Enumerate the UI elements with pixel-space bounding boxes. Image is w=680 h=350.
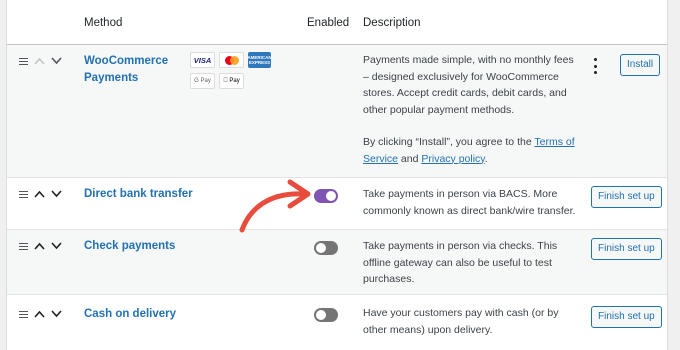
- chevron-down-icon[interactable]: [51, 190, 62, 198]
- method-name-cash-on-delivery[interactable]: Cash on delivery: [84, 306, 176, 323]
- table-row-cash-on-delivery: Cash on delivery Have your customers pay…: [7, 295, 667, 350]
- enable-toggle-direct-bank-transfer[interactable]: [314, 189, 338, 203]
- drag-handle-icon[interactable]: [19, 310, 28, 318]
- terms-note-prefix: By clicking “Install”, you agree to the: [363, 136, 535, 148]
- row-sort-controls: [19, 242, 62, 250]
- terms-note-mid: and: [398, 152, 422, 165]
- chevron-up-icon[interactable]: [34, 310, 45, 318]
- column-header-method: Method: [84, 17, 123, 29]
- install-button[interactable]: Install: [620, 54, 661, 76]
- visa-logo: VISA: [190, 52, 215, 68]
- table-row-woocommerce-payments: WooCommerce Payments VISA AMERICAN EXPRE…: [7, 45, 667, 178]
- privacy-policy-link[interactable]: Privacy policy: [421, 153, 484, 165]
- chevron-up-icon[interactable]: [34, 57, 45, 65]
- row-sort-controls: [19, 190, 62, 198]
- method-name-direct-bank-transfer[interactable]: Direct bank transfer: [84, 186, 193, 203]
- chevron-down-icon[interactable]: [51, 310, 62, 318]
- table-header: Method Enabled Description: [7, 0, 667, 45]
- finish-setup-button-check-payments[interactable]: Finish set up: [591, 238, 662, 260]
- drag-handle-icon[interactable]: [19, 57, 28, 65]
- finish-setup-button-direct-bank-transfer[interactable]: Finish set up: [591, 186, 662, 208]
- finish-setup-button-cash-on-delivery[interactable]: Finish set up: [591, 306, 662, 328]
- mastercard-logo: [219, 52, 244, 68]
- chevron-down-icon[interactable]: [51, 242, 62, 250]
- toggle-knob: [326, 191, 336, 201]
- description-text: Payments made simple, with no monthly fe…: [363, 54, 574, 116]
- method-name-woocommerce-payments[interactable]: WooCommerce Payments: [84, 53, 174, 87]
- chevron-down-icon[interactable]: [51, 57, 62, 65]
- drag-handle-icon[interactable]: [19, 190, 28, 198]
- column-header-description: Description: [363, 17, 421, 29]
- description-cash-on-delivery: Have your customers pay with cash (or by…: [363, 307, 559, 336]
- method-name-check-payments[interactable]: Check payments: [84, 238, 175, 255]
- chevron-up-icon[interactable]: [34, 190, 45, 198]
- apple-pay-logo:  Pay: [219, 73, 244, 89]
- enable-toggle-cash-on-delivery[interactable]: [314, 308, 338, 322]
- row-sort-controls: [19, 57, 62, 65]
- description-woocommerce-payments: Payments made simple, with no monthly fe…: [363, 52, 581, 167]
- chevron-up-icon[interactable]: [34, 242, 45, 250]
- row-sort-controls: [19, 310, 62, 318]
- amex-logo: AMERICAN EXPRESS: [247, 52, 272, 68]
- description-check-payments: Take payments in person via checks. This…: [363, 240, 558, 285]
- table-row-check-payments: Check payments Take payments in person v…: [7, 230, 667, 295]
- install-terms-note: By clicking “Install”, you agree to the …: [363, 134, 581, 167]
- more-vertical-icon[interactable]: [591, 58, 599, 74]
- payment-methods-table: Method Enabled Description WooCommerce P…: [6, 0, 668, 350]
- toggle-knob: [316, 310, 326, 320]
- table-row-direct-bank-transfer: Direct bank transfer Take payments in pe…: [7, 178, 667, 230]
- column-header-enabled: Enabled: [307, 17, 350, 29]
- google-pay-logo: G Pay: [190, 73, 215, 89]
- enable-toggle-check-payments[interactable]: [314, 241, 338, 255]
- toggle-knob: [316, 243, 326, 253]
- terms-note-suffix: .: [484, 152, 488, 165]
- description-direct-bank-transfer: Take payments in person via BACS. More c…: [363, 188, 576, 217]
- drag-handle-icon[interactable]: [19, 242, 28, 250]
